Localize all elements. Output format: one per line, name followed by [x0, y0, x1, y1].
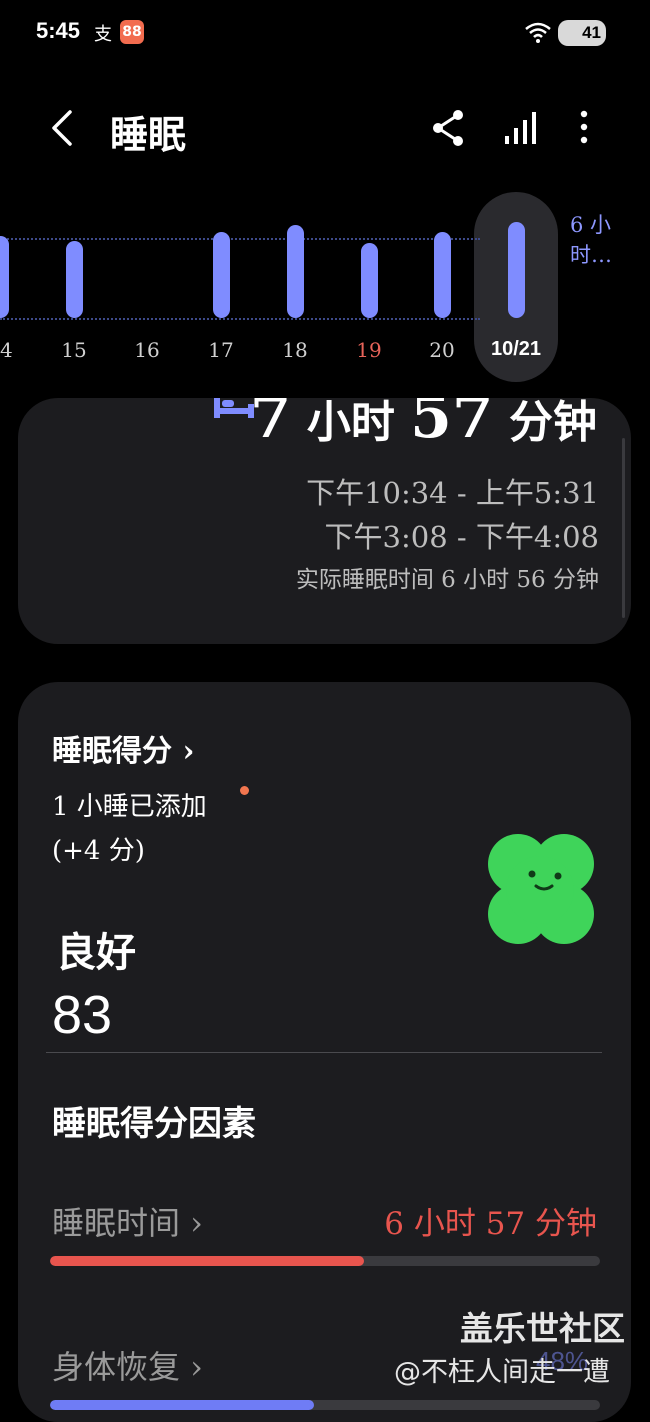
actual-sleep-time: 实际睡眠时间 6 小时 56 分钟	[295, 567, 599, 593]
sleep-grade: 良好	[56, 929, 136, 976]
day-label-18[interactable]: 18	[270, 338, 320, 362]
divider	[46, 1052, 602, 1053]
sleep-time-progress-fill	[50, 1256, 364, 1266]
day-bar-20[interactable]	[434, 232, 451, 318]
gridline-top	[0, 238, 480, 240]
page-title: 睡眠	[110, 112, 187, 157]
day-bar-18[interactable]	[287, 225, 304, 318]
day-label-20[interactable]: 20	[417, 338, 467, 362]
day-label-10/21[interactable]: 10/21	[486, 338, 546, 361]
back-icon[interactable]	[40, 104, 88, 152]
day-bar-15[interactable]	[66, 241, 83, 318]
day-label-16[interactable]: 16	[122, 338, 172, 362]
watermark-user: @不枉人间走一遭	[394, 1357, 610, 1388]
sleep-range-nap: 下午3:08 - 下午4:08	[324, 520, 599, 554]
body-recovery-progress	[50, 1400, 600, 1410]
day-bar-19[interactable]	[361, 243, 378, 318]
total-sleep-time: 7 小时 57 分钟	[249, 398, 597, 452]
sleep-history-strip[interactable]: 14 15 16 17 18 19 20 10/21 6 小时…	[0, 190, 650, 390]
gridline-bottom	[0, 318, 480, 320]
new-indicator-dot	[240, 786, 249, 795]
day-label-17[interactable]: 17	[196, 338, 246, 362]
sleep-time-progress	[50, 1256, 600, 1266]
day-label-14[interactable]: 14	[0, 338, 25, 362]
bar-chart-icon[interactable]	[500, 106, 540, 150]
body-recovery-progress-fill	[50, 1400, 314, 1410]
day-label-19[interactable]: 19	[344, 338, 394, 362]
factor-sleep-time-value: 6 小时 57 分钟	[384, 1206, 597, 1242]
sleep-score-value: 83	[52, 985, 113, 1045]
next-duration-peek: 6 小时…	[570, 213, 612, 267]
bed-icon	[214, 398, 254, 418]
battery-indicator: 41	[558, 20, 606, 46]
factor-sleep-time-link[interactable]: 睡眠时间 ›	[52, 1198, 203, 1244]
factor-body-recovery-link[interactable]: 身体恢复 ›	[52, 1342, 203, 1388]
scrollbar[interactable]	[622, 438, 625, 618]
share-icon[interactable]	[428, 106, 468, 150]
day-bar-14[interactable]	[0, 236, 9, 318]
score-factors-title: 睡眠得分因素	[52, 1104, 256, 1144]
sleep-summary-card[interactable]: 7 小时 57 分钟 下午10:34 - 上午5:31 下午3:08 - 下午4…	[18, 398, 631, 644]
day-label-15[interactable]: 15	[49, 338, 99, 362]
app-notification-icon: 88	[120, 20, 144, 44]
day-bar-17[interactable]	[213, 232, 230, 318]
more-vert-icon[interactable]	[566, 106, 602, 150]
mascot-image	[488, 834, 594, 944]
watermark-site: 盖乐世社区	[460, 1309, 625, 1348]
alipay-icon: 支	[94, 24, 112, 45]
nap-added-text: 1 小睡已添加	[52, 792, 207, 822]
nap-points: (+4 分)	[52, 836, 145, 866]
day-bar-10/21[interactable]	[508, 222, 525, 318]
wifi-icon	[525, 22, 551, 43]
status-time: 5:45	[36, 18, 81, 43]
sleep-range-main: 下午10:34 - 上午5:31	[306, 476, 599, 510]
sleep-score-link[interactable]: 睡眠得分 ›	[52, 726, 194, 770]
